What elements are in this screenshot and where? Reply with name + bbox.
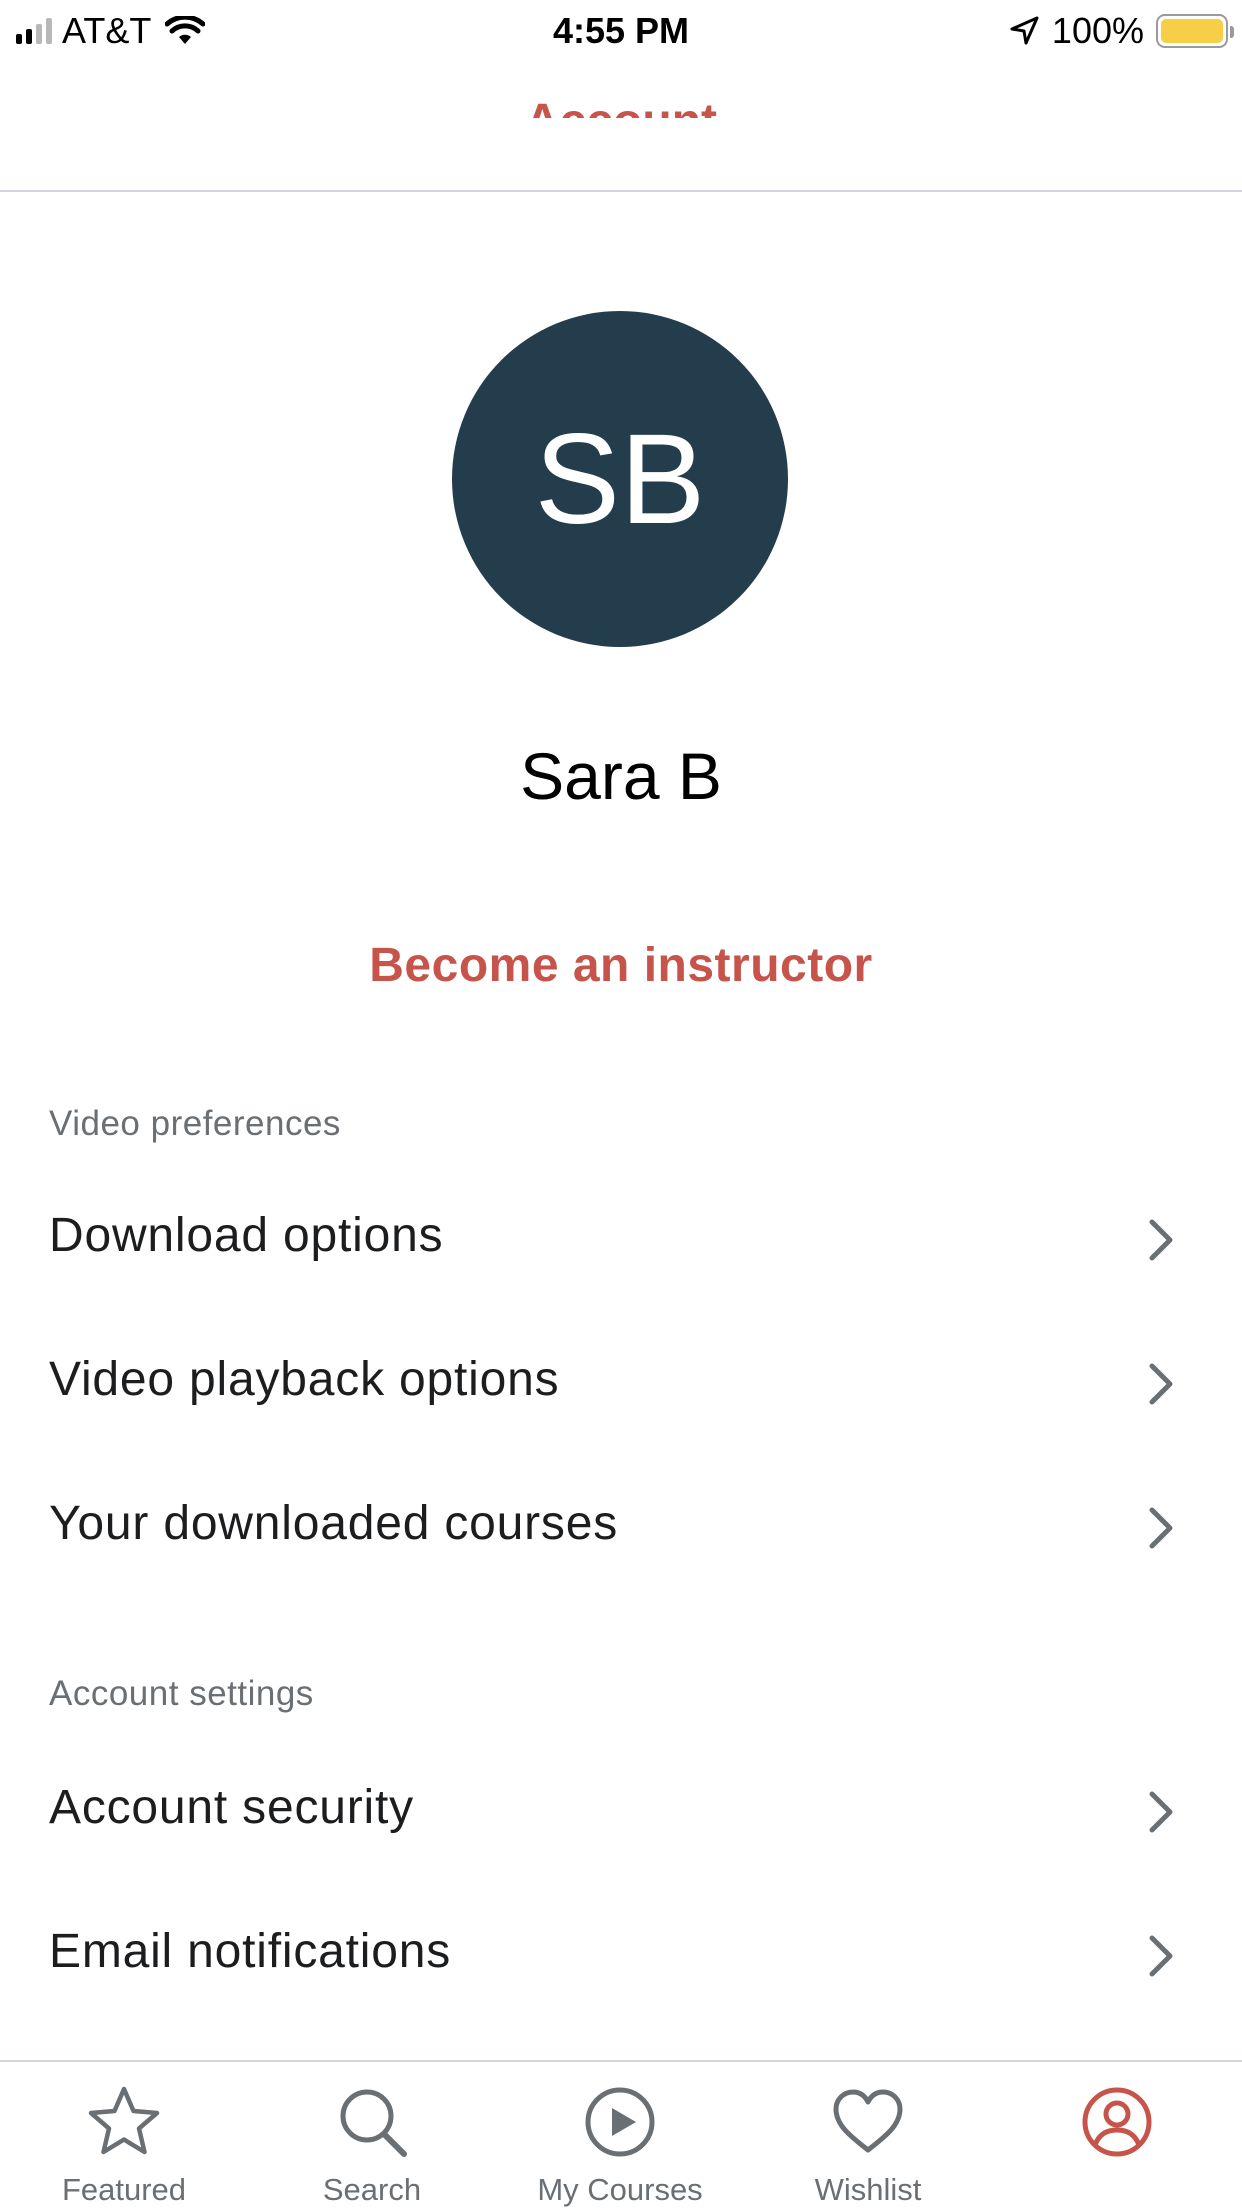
row-label: Account security [49,1781,414,1834]
account-screen: AT&T 4:55 PM 100% Account SB Sara [0,0,1242,2208]
navigation-bar: Account [0,62,1242,192]
row-label: Video playback options [49,1353,560,1406]
chevron-right-icon [1149,1219,1173,1261]
status-bar: AT&T 4:55 PM 100% [0,0,1242,62]
tab-search[interactable]: Search [248,2062,496,2208]
status-right: 100% [1008,10,1234,52]
row-account-security[interactable]: Account security [0,1752,1242,1872]
tab-account[interactable] [992,2062,1242,2208]
tab-label: Search [322,2172,422,2207]
heart-icon [833,2089,903,2153]
row-video-playback-options[interactable]: Video playback options [0,1324,1242,1444]
row-label: Email notifications [49,1925,452,1978]
chevron-right-icon [1149,1507,1173,1549]
tab-bar: Featured Search My Courses Wishlist [0,2060,1242,2208]
become-instructor-link[interactable]: Become an instructor [0,938,1242,993]
section-header-account-settings: Account settings [49,1674,314,1713]
row-email-notifications[interactable]: Email notifications [0,1896,1242,2016]
row-label: Download options [49,1209,444,1262]
search-icon [340,2089,407,2157]
user-name: Sara B [520,739,722,813]
row-your-downloaded-courses[interactable]: Your downloaded courses [0,1468,1242,1588]
avatar-initials: SB [534,407,706,551]
row-download-options[interactable]: Download options [0,1180,1242,1300]
tab-label: Featured [61,2172,187,2207]
battery-icon [1156,14,1234,48]
tab-wishlist[interactable]: Wishlist [744,2062,992,2208]
tab-label: My Courses [537,2172,703,2207]
chevron-right-icon [1149,1363,1173,1405]
play-circle-icon [585,2087,655,2157]
account-circle-icon [1082,2087,1152,2157]
tab-featured[interactable]: Featured [0,2062,248,2208]
section-header-video-preferences: Video preferences [49,1104,341,1143]
page-title: Account [0,94,1242,118]
battery-percent: 100% [1051,10,1144,51]
chevron-right-icon [1149,1791,1173,1833]
star-icon [88,2086,160,2155]
tab-label: Wishlist [814,2172,922,2207]
location-arrow-icon [1010,16,1039,45]
row-label: Your downloaded courses [49,1497,619,1550]
chevron-right-icon [1149,1935,1173,1977]
tab-my-courses[interactable]: My Courses [496,2062,744,2208]
avatar[interactable]: SB [452,311,788,647]
